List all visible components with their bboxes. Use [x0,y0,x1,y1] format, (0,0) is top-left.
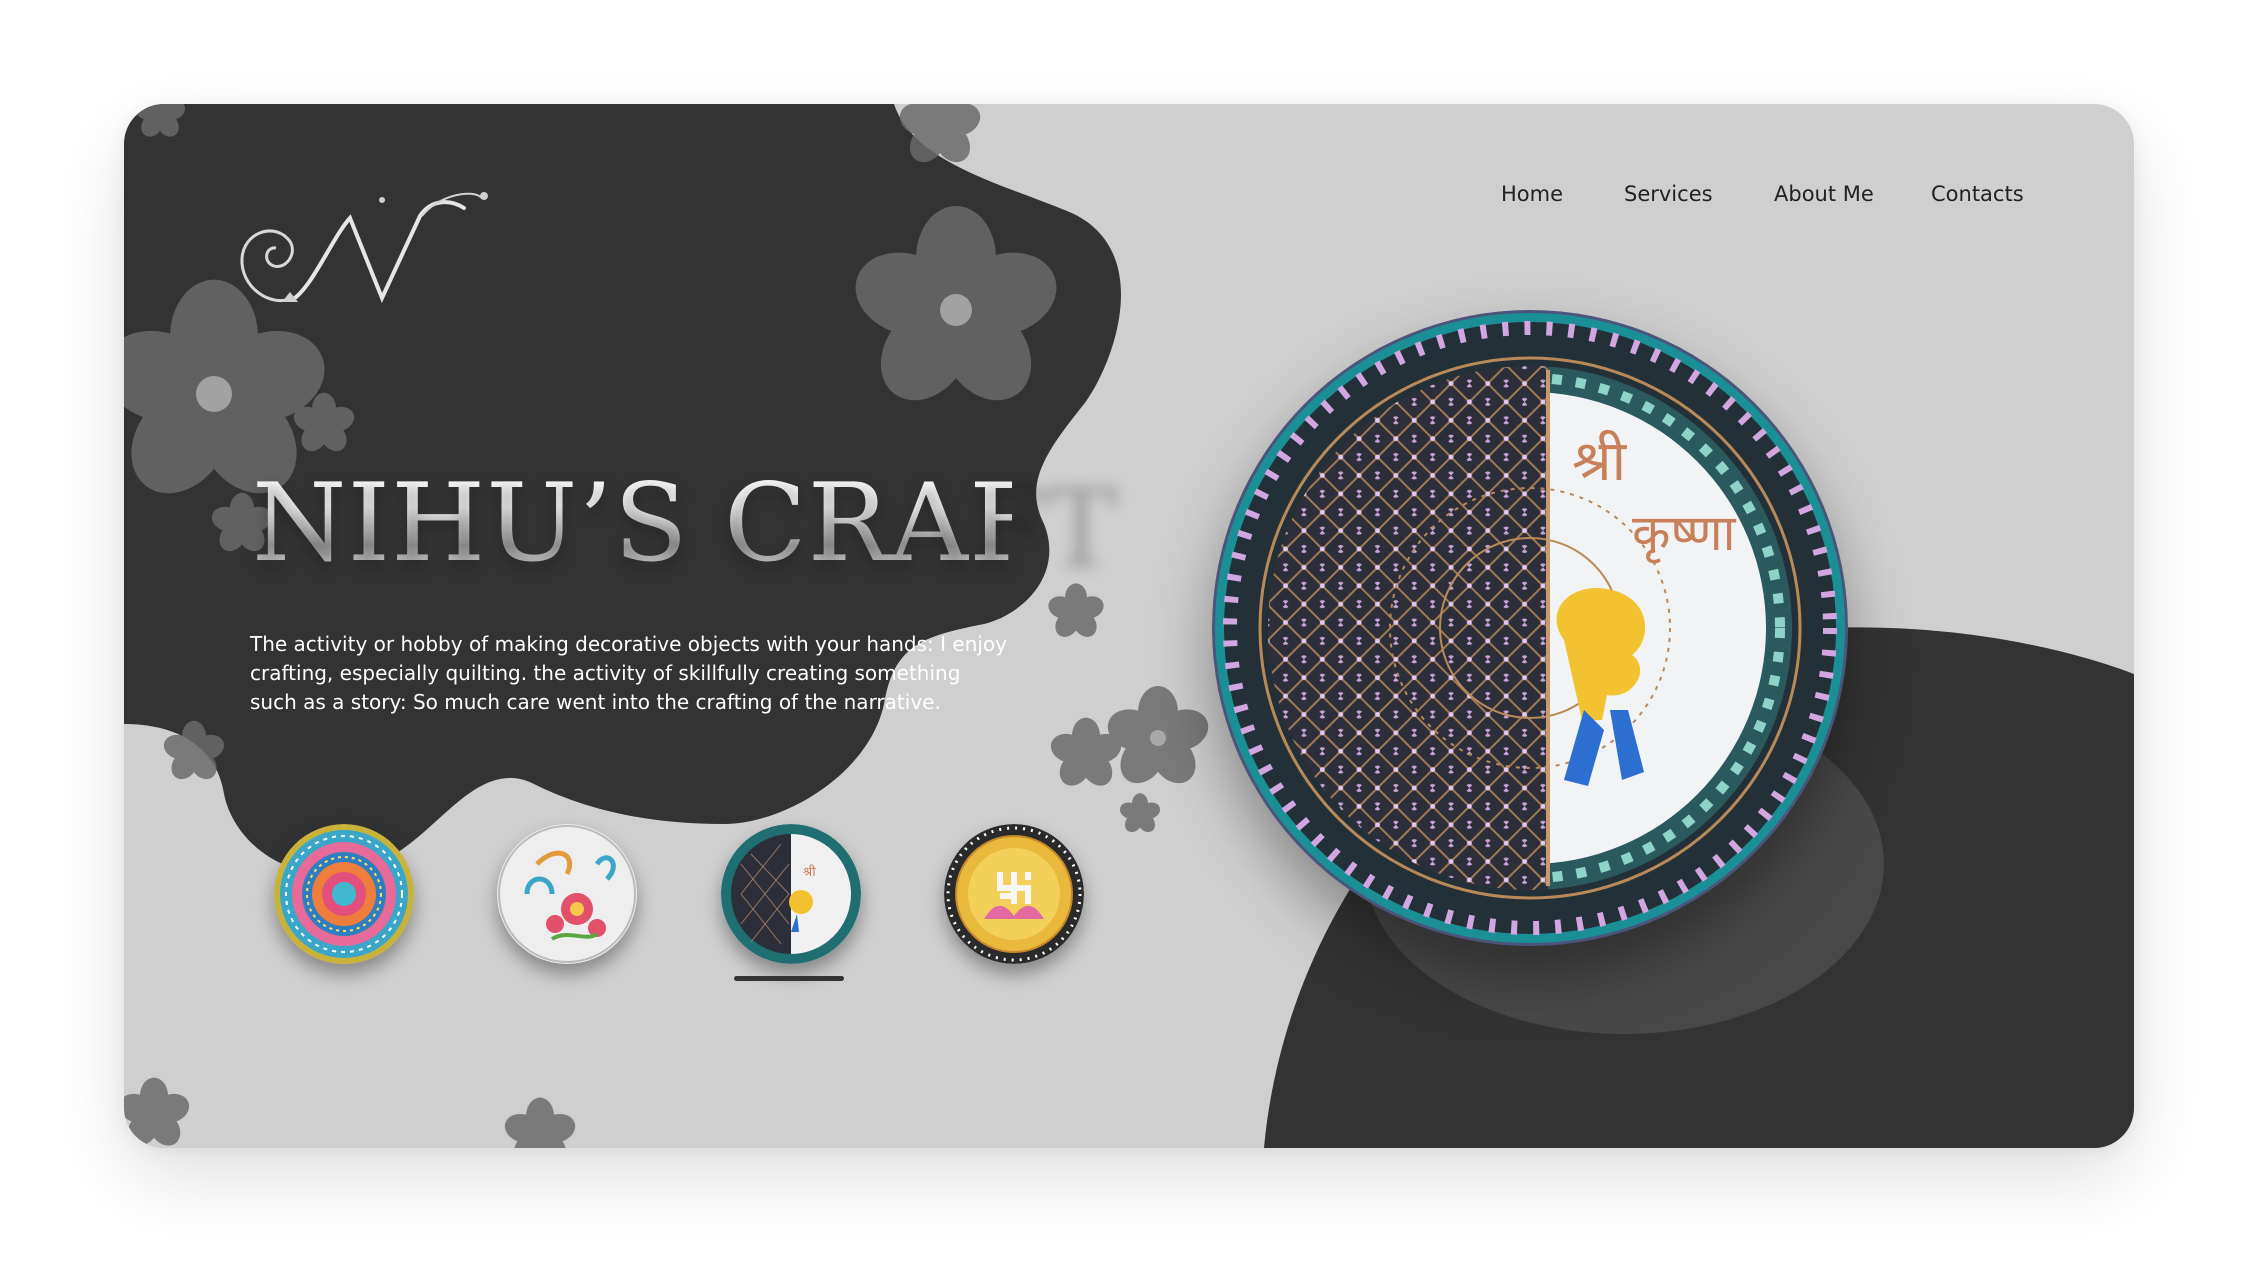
nav-about-me[interactable]: About Me [1774,182,1874,206]
thumbnail-quilled-floral-plate[interactable] [497,824,637,964]
krishna-lippan-plate-large: श्री कृष्णा [1212,310,1848,946]
hero-text-krishna: कृष्णा [1632,504,1737,564]
thumbnail-mandala-plate[interactable] [274,824,414,964]
hero-text-shri: श्री [1572,429,1628,494]
nav-home[interactable]: Home [1501,182,1563,206]
top-navigation: Home Services About Me Contacts [124,182,2134,222]
thumbnail-swastik-lotus-plate[interactable] [944,824,1084,964]
thumbnail-krishna-lippan-plate[interactable]: श्री [721,824,861,964]
svg-text:श्री: श्री [803,864,816,880]
nav-contacts[interactable]: Contacts [1931,182,2024,206]
nav-services[interactable]: Services [1624,182,1713,206]
krishna-lippan-plate-image: श्री [721,824,861,964]
landing-card: Home Services About Me Contacts NIHU’S C… [124,104,2134,1148]
page-title: NIHU’S CRAFT [252,461,1118,586]
mandala-plate-image [274,824,414,964]
hero-plate-image: श्री कृष्णा [1212,310,1848,946]
quilled-floral-plate-image [497,824,637,964]
swastik-lotus-plate-image [944,824,1084,964]
hero-description: The activity or hobby of making decorati… [250,632,1008,714]
selected-thumbnail-indicator [734,976,844,981]
